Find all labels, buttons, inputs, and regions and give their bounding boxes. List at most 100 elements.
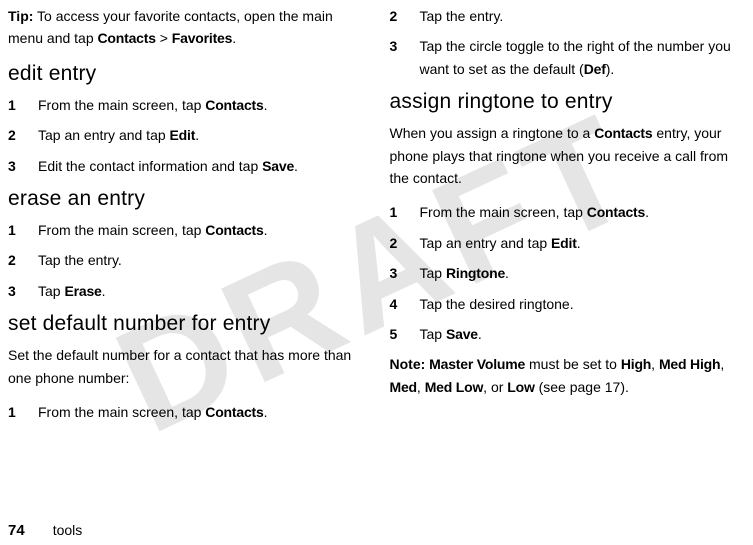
step-text: Tap Erase. bbox=[38, 280, 364, 302]
txt-part: Tap bbox=[420, 326, 446, 342]
step-text: From the main screen, tap Contacts. bbox=[420, 201, 746, 223]
heading-assign-ringtone: assign ringtone to entry bbox=[390, 90, 746, 114]
steps-set-default-cont: 2 Tap the entry. 3 Tap the circle toggle… bbox=[390, 5, 746, 80]
step: 2 Tap the entry. bbox=[8, 249, 364, 271]
step-number: 2 bbox=[390, 5, 420, 27]
step-number: 1 bbox=[8, 401, 38, 423]
period: . bbox=[264, 404, 268, 420]
period: . bbox=[195, 127, 199, 143]
step-text: Tap the entry. bbox=[38, 249, 364, 271]
step-number: 1 bbox=[8, 94, 38, 116]
step-text: From the main screen, tap Contacts. bbox=[38, 219, 364, 241]
note-mid: must be set to bbox=[525, 356, 621, 372]
step-text: Tap the circle toggle to the right of th… bbox=[420, 35, 746, 80]
step: 1 From the main screen, tap Contacts. bbox=[8, 94, 364, 116]
intro-pre: When you assign a ringtone to a bbox=[390, 125, 595, 141]
period: . bbox=[294, 158, 298, 174]
step-number: 5 bbox=[390, 323, 420, 345]
step: 1 From the main screen, tap Contacts. bbox=[8, 401, 364, 423]
txt-part: Tap the circle toggle to the right of th… bbox=[420, 38, 731, 76]
txt-part: From the main screen, tap bbox=[420, 204, 587, 220]
bold-med-high: Med High bbox=[659, 356, 720, 372]
page-content: Tip: To access your favorite contacts, o… bbox=[0, 0, 753, 510]
step-number: 3 bbox=[390, 35, 420, 57]
tip-path-sep: > bbox=[156, 30, 172, 46]
bold-contacts: Contacts bbox=[205, 404, 263, 420]
period: . bbox=[577, 235, 581, 251]
txt-part: Tap an entry and tap bbox=[420, 235, 552, 251]
page-number: 74 bbox=[8, 522, 25, 539]
step-text: Tap Save. bbox=[420, 323, 746, 345]
txt-part: From the main screen, tap bbox=[38, 404, 205, 420]
period: . bbox=[478, 326, 482, 342]
footer-label: tools bbox=[53, 522, 83, 538]
step: 5 Tap Save. bbox=[390, 323, 746, 345]
step-number: 3 bbox=[8, 280, 38, 302]
page-footer: 74 tools bbox=[8, 522, 82, 539]
heading-set-default: set default number for entry bbox=[8, 312, 364, 336]
left-column: Tip: To access your favorite contacts, o… bbox=[8, 5, 364, 510]
step: 4 Tap the desired ringtone. bbox=[390, 293, 746, 315]
bold-contacts: Contacts bbox=[587, 204, 645, 220]
step: 3 Tap Ringtone. bbox=[390, 262, 746, 284]
tip-period: . bbox=[232, 30, 236, 46]
period: . bbox=[264, 222, 268, 238]
step: 1 From the main screen, tap Contacts. bbox=[390, 201, 746, 223]
steps-edit-entry: 1 From the main screen, tap Contacts. 2 … bbox=[8, 94, 364, 177]
step-text: Tap an entry and tap Edit. bbox=[420, 232, 746, 254]
step-number: 1 bbox=[390, 201, 420, 223]
tip-label: Tip: bbox=[8, 8, 33, 24]
bold-contacts: Contacts bbox=[594, 125, 652, 141]
bold-edit: Edit bbox=[551, 235, 577, 251]
bold-master-volume: Master Volume bbox=[429, 356, 525, 372]
step: 3 Tap the circle toggle to the right of … bbox=[390, 35, 746, 80]
txt-part: Tap bbox=[420, 265, 446, 281]
step: 2 Tap an entry and tap Edit. bbox=[390, 232, 746, 254]
txt-post: ). bbox=[606, 61, 615, 77]
bold-erase: Erase bbox=[64, 283, 101, 299]
step-number: 2 bbox=[8, 124, 38, 146]
step-number: 3 bbox=[390, 262, 420, 284]
bold-contacts: Contacts bbox=[205, 97, 263, 113]
period: . bbox=[645, 204, 649, 220]
heading-erase-entry: erase an entry bbox=[8, 187, 364, 211]
ringtone-intro: When you assign a ringtone to a Contacts… bbox=[390, 122, 746, 189]
step-text: Tap the entry. bbox=[420, 5, 746, 27]
step: 3 Edit the contact information and tap S… bbox=[8, 155, 364, 177]
bold-def: Def bbox=[584, 61, 606, 77]
step: 2 Tap the entry. bbox=[390, 5, 746, 27]
txt-part: From the main screen, tap bbox=[38, 222, 205, 238]
step-text: From the main screen, tap Contacts. bbox=[38, 94, 364, 116]
bold-edit: Edit bbox=[170, 127, 196, 143]
bold-save: Save bbox=[262, 158, 294, 174]
bold-contacts: Contacts bbox=[205, 222, 263, 238]
sep: , bbox=[417, 379, 425, 395]
steps-ringtone: 1 From the main screen, tap Contacts. 2 … bbox=[390, 201, 746, 345]
step-number: 2 bbox=[390, 232, 420, 254]
step-text: From the main screen, tap Contacts. bbox=[38, 401, 364, 423]
txt-part: Tap bbox=[38, 283, 64, 299]
bold-save: Save bbox=[446, 326, 478, 342]
step-number: 4 bbox=[390, 293, 420, 315]
step-number: 1 bbox=[8, 219, 38, 241]
right-column: 2 Tap the entry. 3 Tap the circle toggle… bbox=[390, 5, 746, 510]
step-text: Tap Ringtone. bbox=[420, 262, 746, 284]
sep: , bbox=[720, 356, 724, 372]
bold-high: High bbox=[621, 356, 651, 372]
step-text: Tap an entry and tap Edit. bbox=[38, 124, 364, 146]
step-number: 3 bbox=[8, 155, 38, 177]
period: . bbox=[505, 265, 509, 281]
step-number: 2 bbox=[8, 249, 38, 271]
note-paragraph: Note: Master Volume must be set to High,… bbox=[390, 353, 746, 398]
note-label: Note: bbox=[390, 356, 426, 372]
steps-set-default: 1 From the main screen, tap Contacts. bbox=[8, 401, 364, 423]
bold-low: Low bbox=[507, 379, 534, 395]
step-text: Edit the contact information and tap Sav… bbox=[38, 155, 364, 177]
step-text: Tap the desired ringtone. bbox=[420, 293, 746, 315]
note-post: (see page 17). bbox=[535, 379, 629, 395]
bold-med: Med bbox=[390, 379, 417, 395]
tip-path-contacts: Contacts bbox=[98, 30, 156, 46]
bold-ringtone: Ringtone bbox=[446, 265, 505, 281]
steps-erase-entry: 1 From the main screen, tap Contacts. 2 … bbox=[8, 219, 364, 302]
step: 1 From the main screen, tap Contacts. bbox=[8, 219, 364, 241]
